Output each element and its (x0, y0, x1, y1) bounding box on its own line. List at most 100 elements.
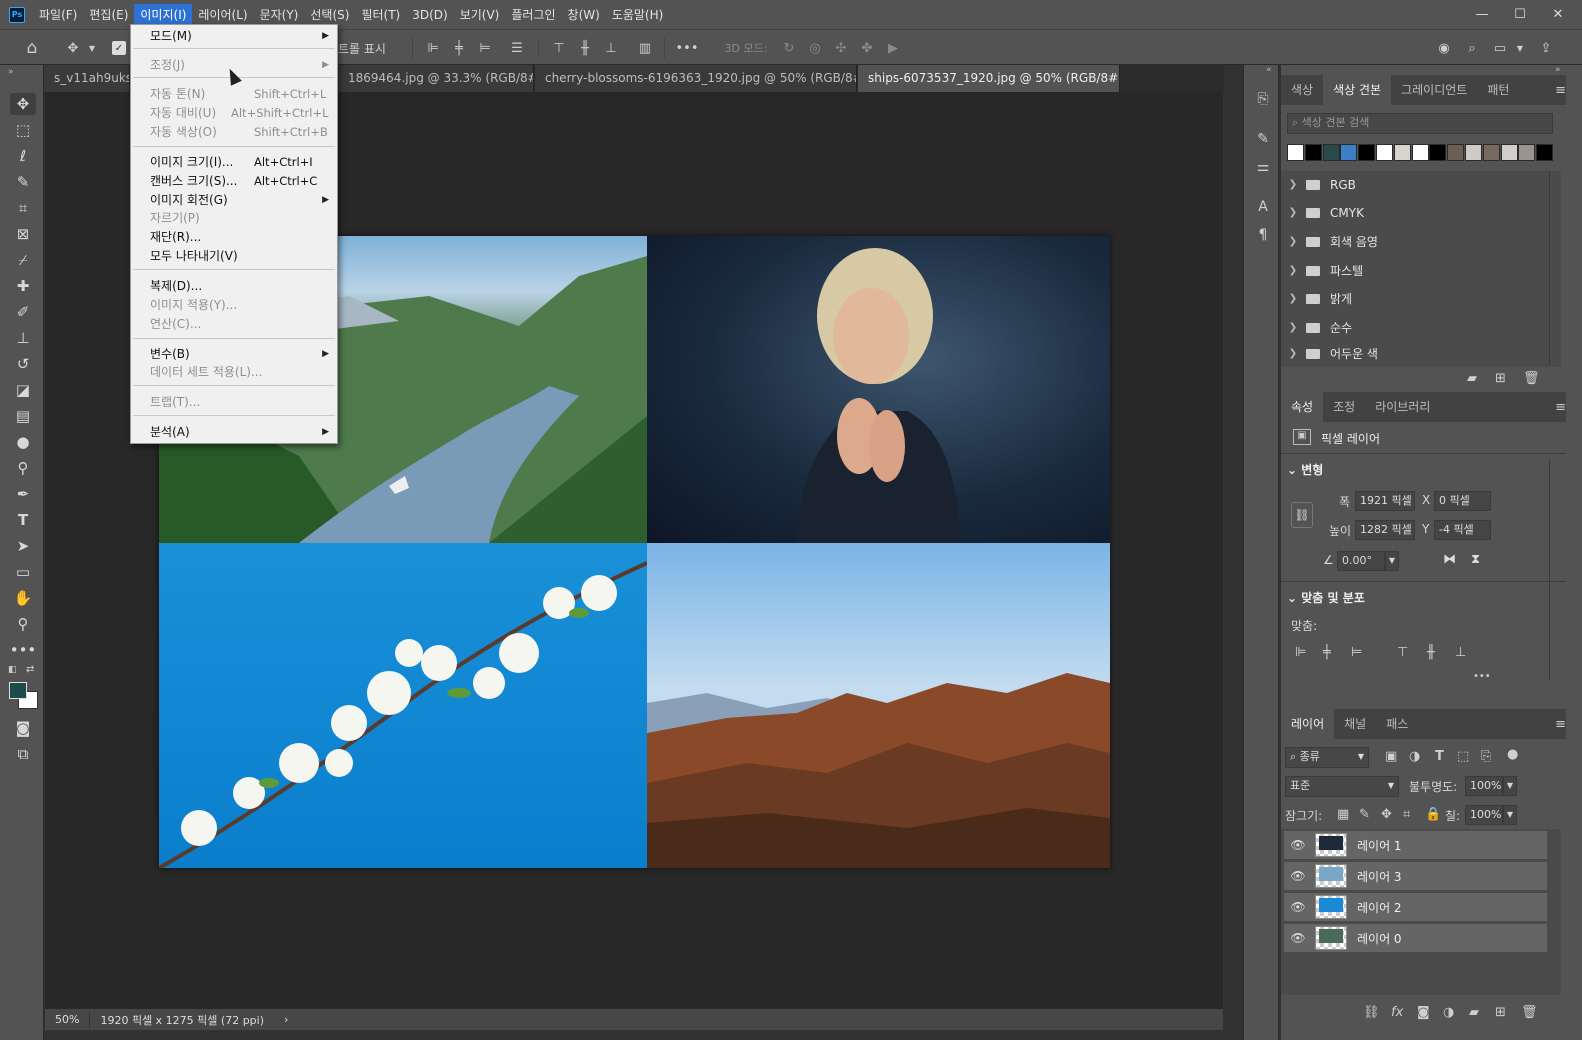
menu-select[interactable]: 선택(S) (304, 4, 355, 26)
lock-transparent-icon[interactable]: ▦ (1337, 807, 1349, 822)
color-swatch[interactable] (1518, 144, 1536, 161)
tab-adjustments[interactable]: 조정 (1323, 392, 1365, 422)
panel-menu-icon[interactable]: ≡ (1555, 717, 1566, 732)
tab-document-1[interactable]: s_v11ah9uksa (44, 65, 130, 92)
collapse-icon[interactable]: » (1555, 65, 1561, 75)
align-bottom-icon[interactable]: ⊥ (602, 38, 620, 58)
add-mask-icon[interactable]: ◙ (1417, 1005, 1430, 1020)
swatch-search-input[interactable]: ⌕ 색상 견본 검색 (1287, 113, 1553, 134)
trash-icon[interactable]: 🗑 (1523, 371, 1540, 386)
menu-item-image-size[interactable]: 이미지 크기(I)... Alt+Ctrl+I (131, 153, 337, 172)
color-swatch[interactable] (1465, 144, 1482, 161)
filter-adjustment-icon[interactable]: ◑ (1409, 749, 1420, 764)
marquee-tool-icon[interactable]: ⬚ (10, 119, 36, 141)
distribute-icon[interactable]: ▥ (636, 38, 654, 58)
layer-filter-select[interactable]: ⌕ 종류 ▼ (1285, 747, 1369, 768)
brush-settings-icon[interactable]: ✎ (1252, 129, 1274, 149)
menu-item-variables[interactable]: 변수(B) ▶ (131, 345, 337, 364)
learn-icon[interactable]: ◉ (1434, 38, 1454, 58)
more-options-icon[interactable]: ••• (676, 38, 699, 58)
tab-patterns[interactable]: 패턴 (1477, 75, 1519, 105)
new-group-icon[interactable]: ▰ (1469, 1005, 1479, 1020)
align-vcenter-icon[interactable]: ╫ (576, 38, 594, 58)
color-swatch[interactable] (1393, 144, 1411, 161)
color-swatch[interactable] (1411, 144, 1429, 161)
filter-type-icon[interactable]: T (1435, 749, 1444, 764)
width-field[interactable]: 1921 픽셀 (1355, 491, 1415, 511)
checkbox-icon[interactable]: ✓ (112, 41, 126, 55)
menu-3d[interactable]: 3D(D) (406, 4, 453, 26)
healing-brush-tool-icon[interactable]: ✚ (10, 275, 36, 297)
eye-icon[interactable]: 👁 (1284, 931, 1312, 945)
align-left-icon[interactable]: ⊫ (1295, 645, 1306, 660)
tab-document-2[interactable]: 1869464.jpg @ 33.3% (RGB/8#) *× (338, 65, 534, 92)
tab-color[interactable]: 색상 (1281, 75, 1323, 105)
swatch-group[interactable]: ❯ 파스텔 (1284, 257, 1547, 285)
zoom-level[interactable]: 50% (45, 1013, 89, 1026)
menu-item-canvas-size[interactable]: 캔버스 크기(S)... Alt+Ctrl+C (131, 172, 337, 191)
color-swatch[interactable] (1322, 144, 1340, 161)
link-icon[interactable]: ⛓ (1291, 502, 1313, 528)
align-vcenter-icon[interactable]: ╫ (1427, 645, 1435, 660)
align-top-icon[interactable]: ⊤ (550, 38, 568, 58)
gradient-tool-icon[interactable]: ▤ (10, 405, 36, 427)
menu-item-duplicate[interactable]: 복제(D)... (131, 277, 337, 296)
scrollbar[interactable] (1549, 459, 1561, 681)
align-bottom-icon[interactable]: ⊥ (1455, 645, 1466, 660)
eyedropper-tool-icon[interactable]: ⌿ (10, 249, 36, 271)
history-icon[interactable]: ⎘ (1252, 89, 1274, 109)
quick-mask-icon[interactable]: ◙ (10, 717, 36, 739)
filter-pixel-icon[interactable]: ▣ (1385, 749, 1397, 764)
menu-item-trim[interactable]: 재단(R)... (131, 228, 337, 247)
eye-icon[interactable]: 👁 (1284, 838, 1312, 852)
panel-menu-icon[interactable]: ≡ (1555, 400, 1566, 415)
menu-plugins[interactable]: 플러그인 (505, 4, 561, 26)
align-right-icon[interactable]: ⊨ (476, 38, 494, 58)
tab-document-3[interactable]: cherry-blossoms-6196363_1920.jpg @ 50% (… (535, 65, 857, 92)
frame-tool-icon[interactable]: ⊠ (10, 223, 36, 245)
color-swatch[interactable] (1447, 144, 1465, 161)
screen-mode-icon[interactable]: ⧉ (10, 743, 36, 765)
align-top-icon[interactable]: ⊤ (1397, 645, 1408, 660)
hand-tool-icon[interactable]: ✋ (10, 587, 36, 609)
workspace-icon[interactable]: ▭ (1490, 38, 1510, 58)
menu-item-mode[interactable]: 모드(M) ▶ (131, 27, 337, 46)
height-field[interactable]: 1282 픽셀 (1355, 520, 1415, 540)
menu-item-image-rotation[interactable]: 이미지 회전(G) ▶ (131, 191, 337, 210)
lock-pixels-icon[interactable]: ✎ (1359, 807, 1370, 822)
pen-tool-icon[interactable]: ✒ (10, 483, 36, 505)
color-swatch[interactable] (1304, 144, 1322, 161)
menu-file[interactable]: 파일(F) (33, 4, 83, 26)
color-swatch[interactable] (1287, 144, 1304, 161)
swatch-group[interactable]: ❯ RGB (1284, 171, 1547, 199)
swatch-group[interactable]: ❯ 회색 음영 (1284, 228, 1547, 256)
minimize-button[interactable]: — (1462, 0, 1502, 29)
align-distribute-section[interactable]: ⌄ 맞춤 및 분포 (1287, 589, 1365, 606)
tab-document-4[interactable]: ships-6073537_1920.jpg @ 50% (RGB/8#) *× (858, 65, 1120, 92)
color-swatch[interactable] (1482, 144, 1500, 161)
quick-select-tool-icon[interactable]: ✎ (10, 171, 36, 193)
swap-colors-icon[interactable]: ⇄ (26, 664, 34, 675)
paragraph-icon[interactable]: ¶ (1252, 225, 1274, 245)
menu-item-reveal-all[interactable]: 모두 나타내기(V) (131, 247, 337, 266)
tab-libraries[interactable]: 라이브러리 (1365, 392, 1440, 422)
eraser-tool-icon[interactable]: ◪ (10, 379, 36, 401)
chevron-down-icon[interactable]: ▼ (1503, 805, 1517, 825)
collapse-icon[interactable]: » (8, 67, 14, 77)
y-field[interactable]: -4 픽셀 (1434, 520, 1491, 540)
layer-row[interactable]: 👁 레이어 3 (1284, 862, 1547, 891)
crop-tool-icon[interactable]: ⌗ (10, 197, 36, 219)
trash-icon[interactable]: 🗑 (1521, 1005, 1538, 1020)
tab-paths[interactable]: 패스 (1376, 709, 1418, 739)
swatch-group[interactable]: ❯ 어두운 색 (1284, 343, 1547, 365)
new-adjustment-layer-icon[interactable]: ◑ (1443, 1005, 1454, 1020)
filter-smart-object-icon[interactable]: ⎘ (1481, 749, 1491, 764)
filter-shape-icon[interactable]: ⬚ (1457, 749, 1469, 764)
chevron-right-icon[interactable]: › (274, 1013, 298, 1026)
dodge-tool-icon[interactable]: ⚲ (10, 457, 36, 479)
zoom-tool-icon[interactable]: ⚲ (10, 613, 36, 635)
new-layer-icon[interactable]: ⊞ (1495, 1005, 1506, 1020)
color-swatch[interactable] (1536, 144, 1554, 161)
tab-properties[interactable]: 속성 (1281, 392, 1324, 422)
lock-position-icon[interactable]: ✥ (1381, 807, 1392, 822)
